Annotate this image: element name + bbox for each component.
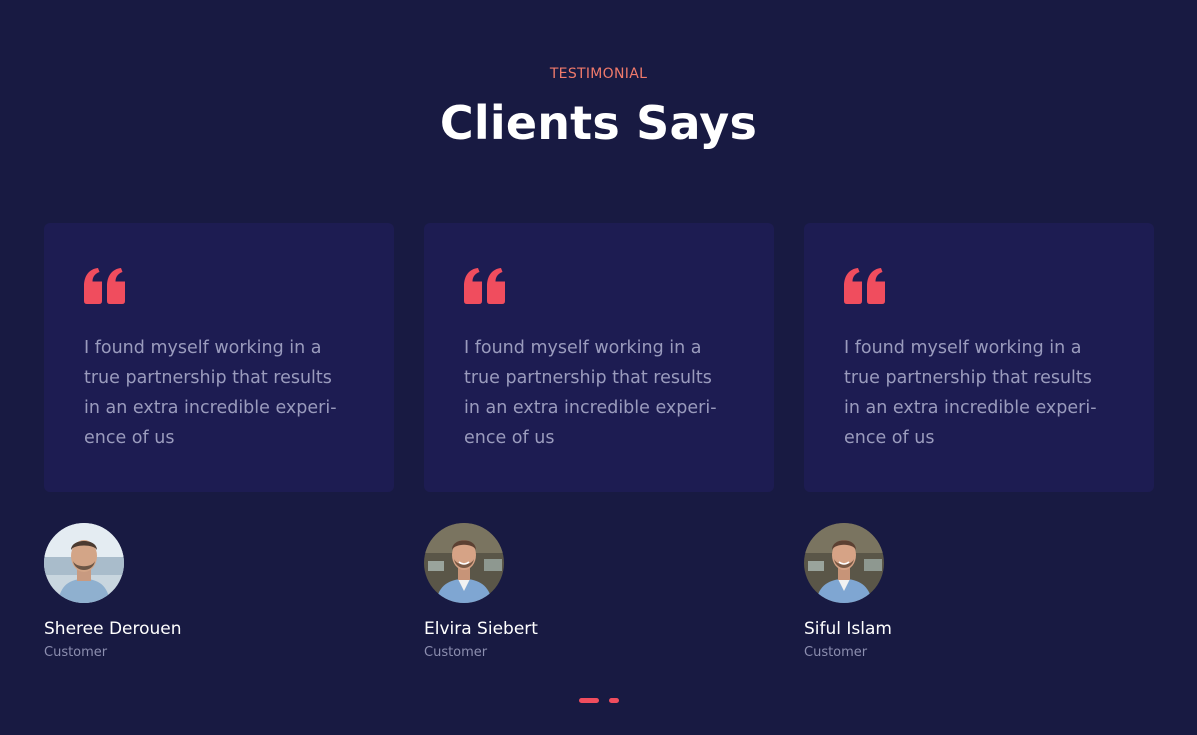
testimonial-authors: Sheree Derouen Customer Elvira Siebert C… [44,523,1154,660]
author-block: Elvira Siebert Customer [424,523,774,660]
testimonial-section: TESTIMONIAL Clients Says I found myself … [0,0,1197,735]
author-name: Elvira Siebert [424,619,538,639]
author-role: Customer [424,645,488,660]
author-name: Sheree Derouen [44,619,182,639]
author-role: Customer [804,645,868,660]
author-role: Customer [44,645,108,660]
testimonial-card: I found myself working in a true partner… [424,223,774,492]
testimonial-card: I found myself working in a true partner… [44,223,394,492]
quote-icon [464,268,505,304]
section-title: Clients Says [439,96,758,150]
author-block: Sheree Derouen Customer [44,523,394,660]
testimonial-cards: I found myself working in a true partner… [44,223,1154,492]
carousel-pagination [579,698,619,703]
testimonial-card: I found myself working in a true partner… [804,223,1154,492]
avatar [44,523,124,603]
pagination-dot-1[interactable] [579,698,599,703]
testimonial-text: I found myself working in a true partner… [464,338,717,448]
author-name: Siful Islam [804,619,892,639]
quote-icon [844,268,885,304]
testimonial-text: I found myself working in a true partner… [844,338,1097,448]
quote-icon [84,268,125,304]
avatar [804,523,884,603]
avatar [424,523,504,603]
pagination-dot-2[interactable] [609,698,619,703]
author-block: Siful Islam Customer [804,523,1154,660]
testimonial-text: I found myself working in a true partner… [84,338,337,448]
section-eyebrow: TESTIMONIAL [549,66,648,82]
